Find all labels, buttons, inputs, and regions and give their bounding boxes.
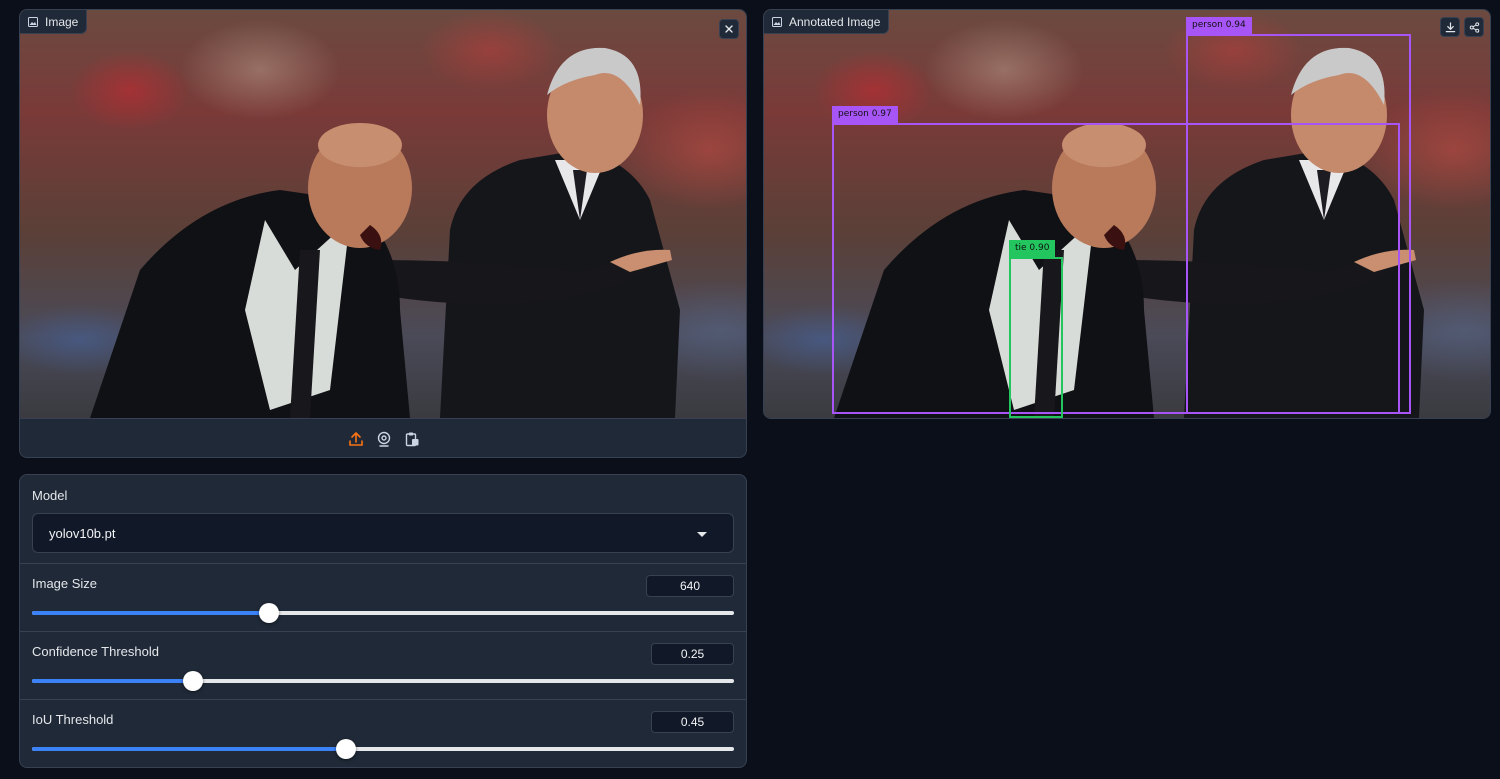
iou-label: IoU Threshold xyxy=(32,712,114,727)
image-icon xyxy=(28,16,38,27)
annotated-image-label: Annotated Image xyxy=(764,10,890,34)
input-image-title: Image xyxy=(45,14,79,29)
annotated-image-panel: person 0.97 person 0.94 tie 0.90 Annotat… xyxy=(763,9,1491,419)
confidence-slider[interactable] xyxy=(32,671,734,691)
image-size-input[interactable]: 640 xyxy=(646,575,734,597)
photo-illustration xyxy=(90,47,680,418)
detection-box-tie xyxy=(1009,257,1063,418)
download-icon xyxy=(1445,21,1455,32)
image-size-block: Image Size 640 xyxy=(20,564,746,632)
close-icon xyxy=(725,25,733,33)
annotated-image-title: Annotated Image xyxy=(789,14,881,29)
model-label: Model xyxy=(32,488,68,503)
image-icon xyxy=(772,16,782,27)
image-source-bar xyxy=(20,418,746,457)
iou-slider-thumb[interactable] xyxy=(335,739,356,759)
share-icon xyxy=(1469,21,1479,33)
webcam-icon xyxy=(377,431,391,447)
annotated-photo: person 0.97 person 0.94 tie 0.90 xyxy=(764,10,1490,418)
iou-block: IoU Threshold 0.45 xyxy=(20,700,746,767)
iou-slider-fill xyxy=(32,747,346,751)
iou-input[interactable]: 0.45 xyxy=(651,711,734,733)
confidence-slider-thumb[interactable] xyxy=(182,671,203,691)
detection-label-person-2: person 0.94 xyxy=(1186,17,1252,34)
confidence-block: Confidence Threshold 0.25 xyxy=(20,632,746,700)
model-block: Model yolov10b.pt xyxy=(20,475,746,564)
image-size-slider-thumb[interactable] xyxy=(258,603,279,623)
image-size-slider[interactable] xyxy=(32,603,734,623)
model-value: yolov10b.pt xyxy=(49,525,116,541)
upload-button[interactable] xyxy=(347,430,365,448)
clipboard-icon xyxy=(405,432,419,446)
confidence-label: Confidence Threshold xyxy=(32,644,159,659)
input-image-label: Image xyxy=(20,10,88,34)
input-photo[interactable] xyxy=(20,10,746,418)
settings-panel: Model yolov10b.pt Image Size 640 Confide… xyxy=(19,474,747,768)
detection-box-person-2 xyxy=(1186,34,1411,414)
webcam-button[interactable] xyxy=(375,430,393,448)
detection-label-tie: tie 0.90 xyxy=(1009,240,1056,257)
model-dropdown[interactable]: yolov10b.pt xyxy=(32,513,734,553)
confidence-input[interactable]: 0.25 xyxy=(651,643,734,665)
clear-image-button[interactable] xyxy=(719,19,739,39)
image-size-label: Image Size xyxy=(32,576,98,591)
chevron-down-icon xyxy=(697,532,707,537)
upload-icon xyxy=(349,431,363,446)
paste-clipboard-button[interactable] xyxy=(403,430,421,448)
confidence-slider-fill xyxy=(32,679,193,683)
share-button[interactable] xyxy=(1464,17,1484,37)
download-button[interactable] xyxy=(1440,17,1460,37)
detection-label-person-1: person 0.97 xyxy=(832,106,898,123)
image-size-slider-fill xyxy=(32,611,269,615)
input-image-panel: Image xyxy=(19,9,747,458)
iou-slider[interactable] xyxy=(32,739,734,759)
